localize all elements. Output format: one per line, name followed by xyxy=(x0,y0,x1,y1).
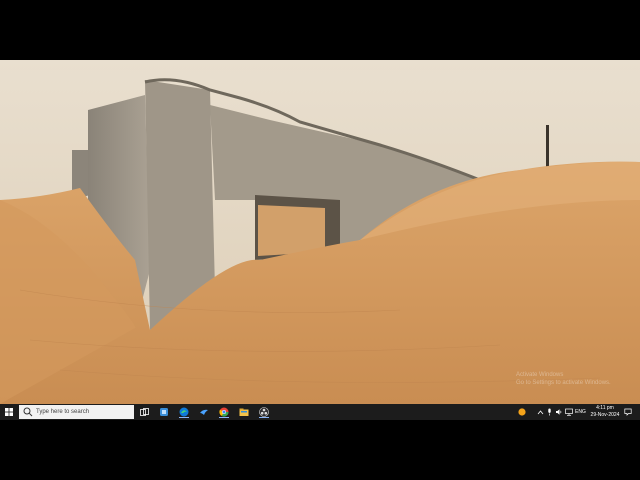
activate-windows-watermark: Activate Windows Go to Settings to activ… xyxy=(516,371,626,387)
obs-active-indicator xyxy=(259,417,269,418)
taskbar-clock[interactable]: 4:11 pm 29-Nov-2024 xyxy=(586,405,624,419)
task-view-icon xyxy=(139,407,149,416)
windows-logo-icon xyxy=(5,408,13,416)
app-blue-bird-icon xyxy=(200,409,208,415)
taskbar-app-file-explorer[interactable] xyxy=(238,406,250,418)
file-explorer-icon xyxy=(239,408,249,416)
weather-icon xyxy=(518,408,526,416)
watermark-subtitle: Go to Settings to activate Windows. xyxy=(516,380,611,386)
microphone-icon xyxy=(547,408,551,416)
notification-icon xyxy=(624,408,632,416)
clock-date: 29-Nov-2024 xyxy=(590,412,620,418)
taskbar-app-edge[interactable] xyxy=(178,406,190,418)
clock-time: 4:11 pm xyxy=(596,405,614,411)
edge-active-indicator xyxy=(179,417,189,418)
taskbar-app-bird[interactable] xyxy=(198,406,210,418)
taskbar: Type here to search ENG 4:11 pm 29-Nov-2… xyxy=(0,404,640,420)
action-center-button[interactable] xyxy=(622,406,634,418)
search-placeholder: Type here to search xyxy=(36,409,90,415)
taskbar-app-chrome[interactable] xyxy=(218,406,230,418)
watermark-title: Activate Windows xyxy=(516,372,564,378)
tray-network[interactable] xyxy=(563,406,575,418)
desktop-screen: Activate Windows Go to Settings to activ… xyxy=(0,60,640,420)
chrome-icon xyxy=(219,407,229,417)
taskbar-app-edge-legacy[interactable] xyxy=(158,406,170,418)
microsoft-edge-icon xyxy=(179,407,189,417)
speaker-icon xyxy=(556,409,562,415)
taskbar-app-obs[interactable] xyxy=(258,406,270,418)
language-indicator: ENG xyxy=(575,409,586,415)
obs-icon xyxy=(259,407,269,417)
edge-browser-icon xyxy=(160,408,168,416)
chrome-active-indicator xyxy=(219,417,229,418)
tray-language[interactable]: ENG xyxy=(575,404,586,420)
network-icon xyxy=(565,408,573,416)
taskbar-search-box[interactable]: Type here to search xyxy=(19,405,134,419)
desktop-wallpaper xyxy=(0,60,640,404)
search-icon xyxy=(23,407,33,417)
task-view-button[interactable] xyxy=(138,406,150,418)
tray-weather[interactable] xyxy=(516,406,528,418)
start-button[interactable] xyxy=(0,404,18,420)
